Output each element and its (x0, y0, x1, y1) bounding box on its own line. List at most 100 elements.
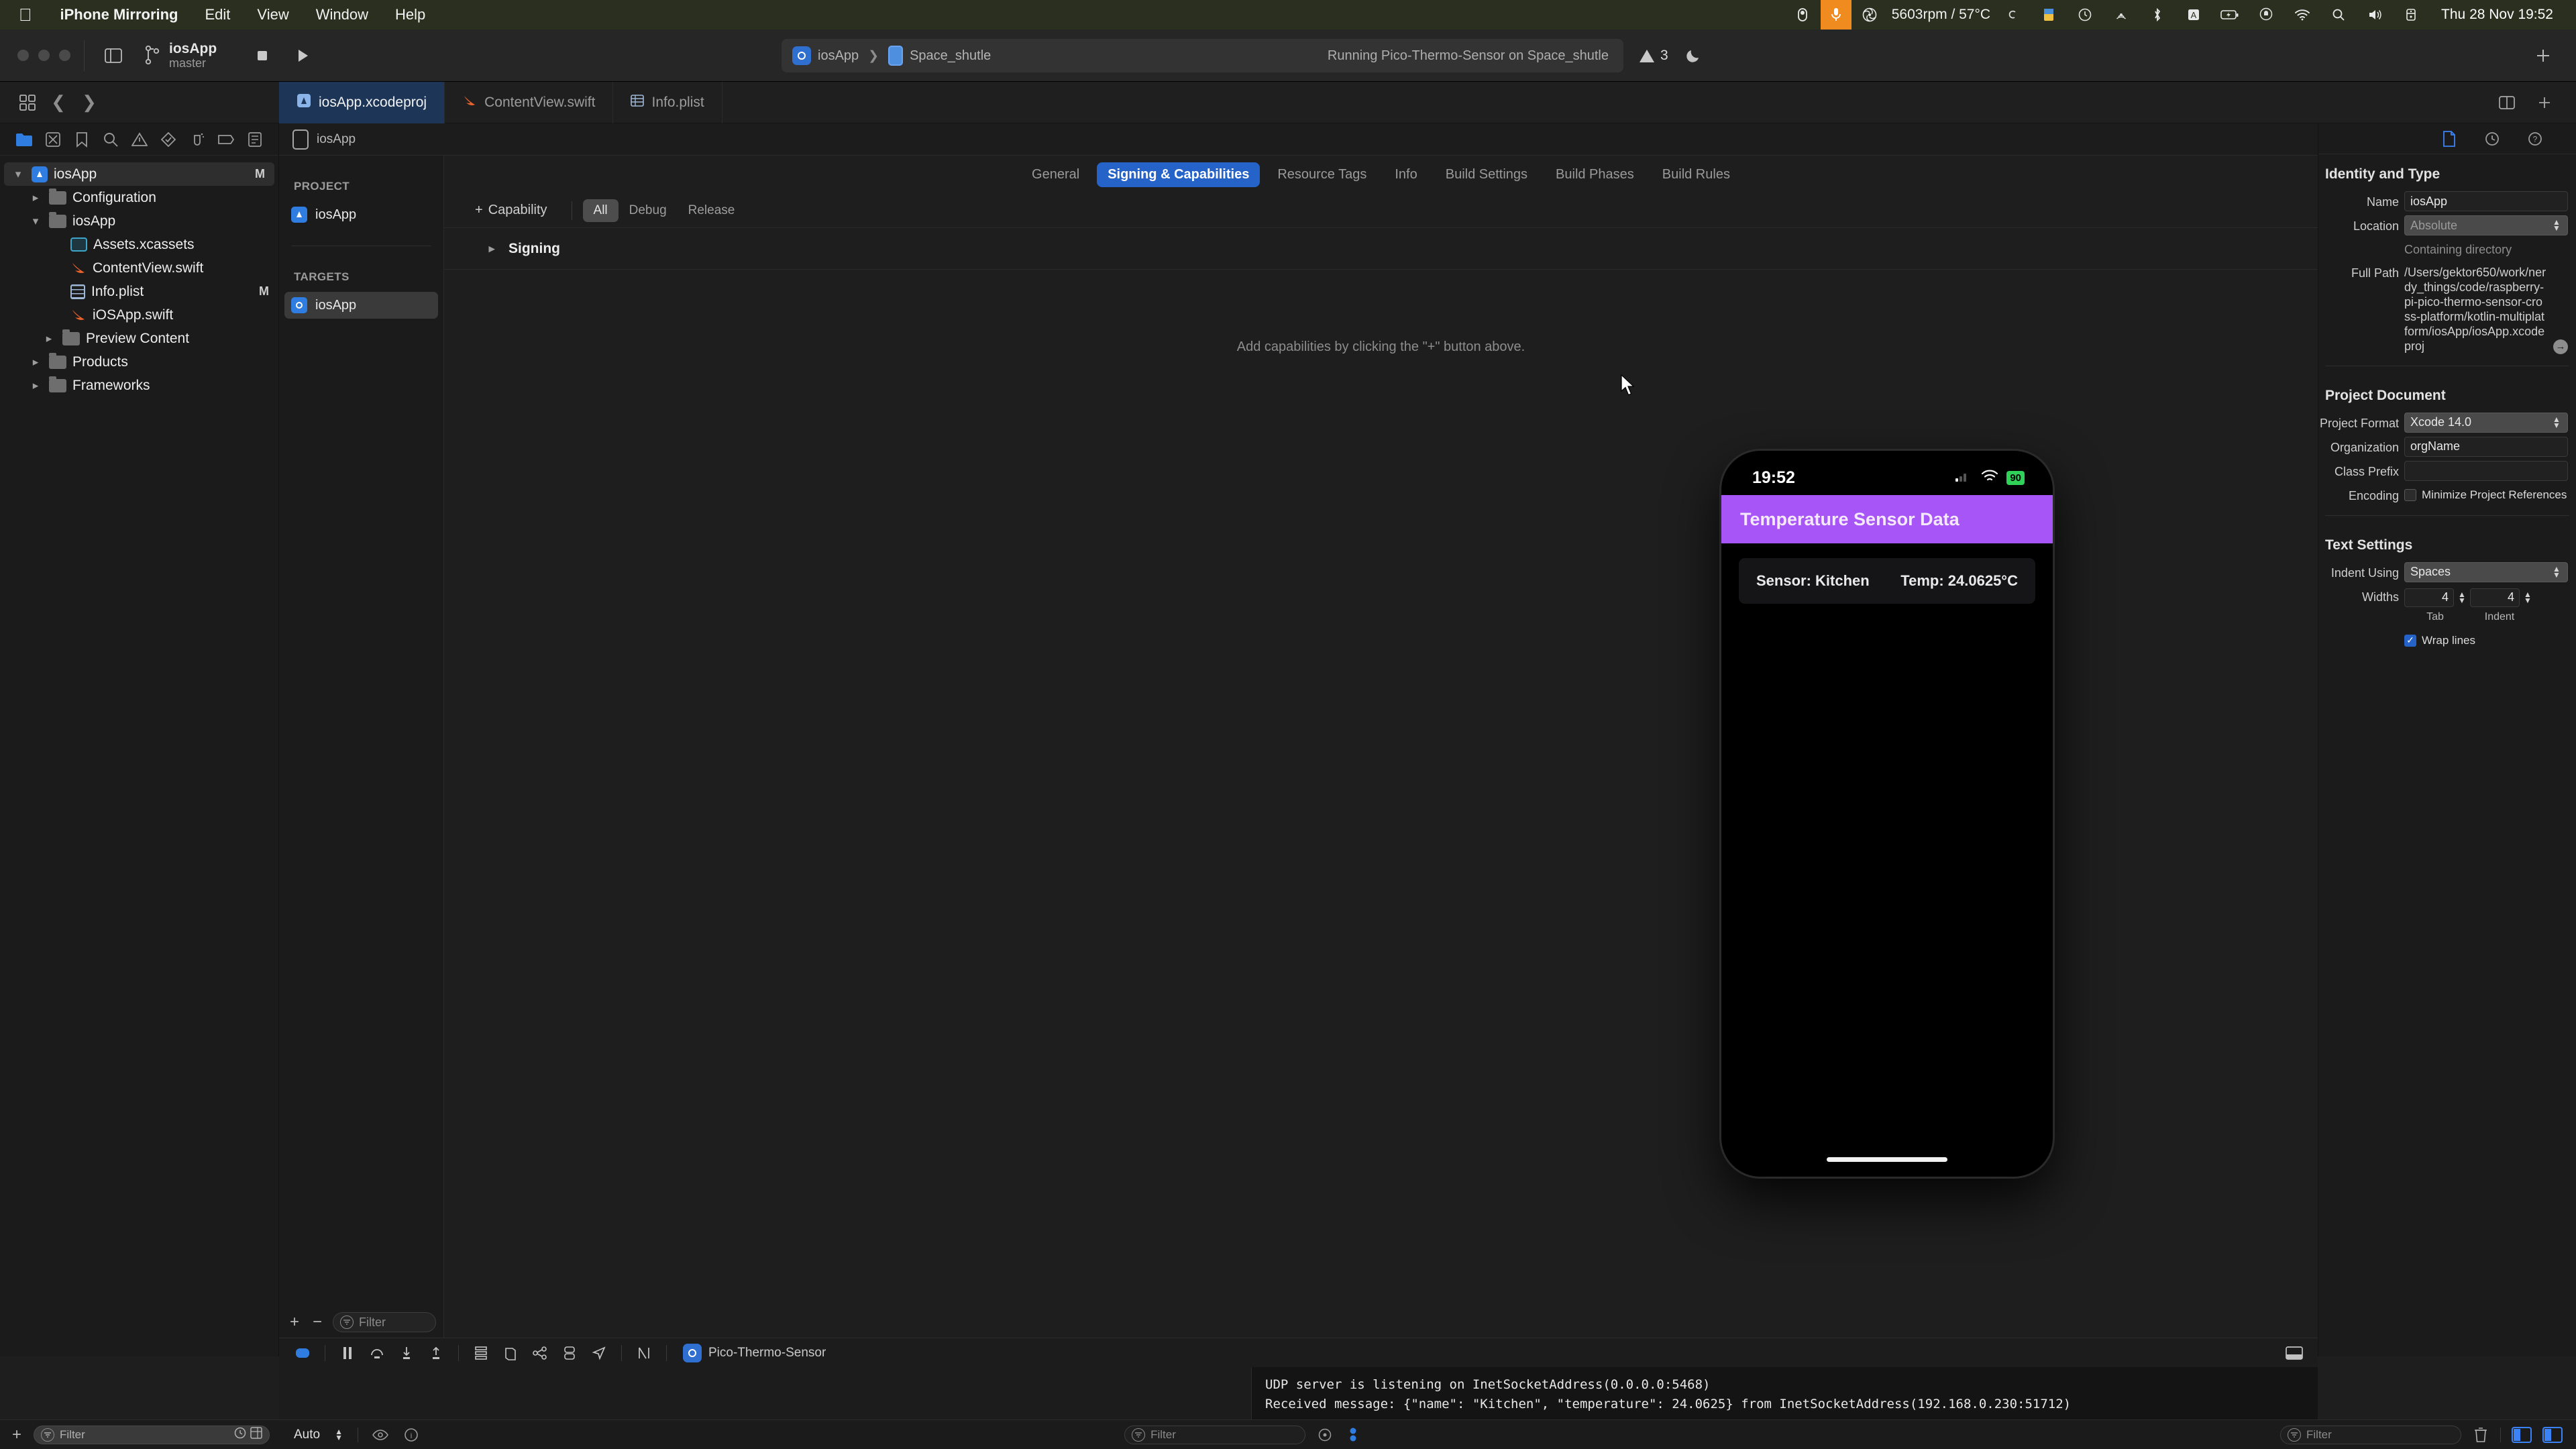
add-capability-button[interactable]: + Capability (475, 203, 561, 218)
toggle-console-pane-button[interactable] (2542, 1426, 2563, 1443)
disclosure-triangle-icon[interactable]: ▾ (28, 215, 43, 228)
wifi-icon[interactable] (2284, 0, 2320, 30)
tree-item-products[interactable]: ▸ Products (0, 350, 278, 374)
signing-section-header[interactable]: ▸ Signing (444, 228, 2318, 270)
toggle-navigator-icon[interactable] (98, 40, 129, 71)
breakpoint-icon[interactable] (215, 128, 237, 151)
editor-options-icon[interactable] (2491, 87, 2522, 118)
info-icon[interactable]: i (402, 1426, 420, 1444)
issue-counter[interactable]: 3 (1640, 48, 1668, 64)
tab-width-stepper[interactable]: ▲ ▼ (2457, 590, 2467, 604)
stack-icon[interactable] (468, 1340, 494, 1366)
add-editor-button[interactable] (2528, 40, 2559, 71)
tab-build-rules[interactable]: Build Rules (1652, 162, 1741, 187)
file-inspector-icon[interactable] (2439, 129, 2459, 149)
bookmark-icon[interactable] (70, 128, 93, 151)
menu-item-help[interactable]: Help (382, 5, 439, 25)
home-indicator[interactable] (1827, 1157, 1947, 1162)
tab-signing-capabilities[interactable]: Signing & Capabilities (1097, 162, 1260, 187)
airdrop-icon[interactable] (2103, 0, 2139, 30)
add-button[interactable]: + (9, 1426, 24, 1444)
view-hierarchy-icon[interactable] (527, 1340, 553, 1366)
tab-contentview-swift[interactable]: ContentView.swift (445, 81, 614, 123)
add-target-button[interactable]: + (287, 1313, 302, 1331)
disclosure-triangle-icon[interactable]: ▸ (28, 191, 43, 205)
zoom-window-button[interactable] (59, 50, 70, 61)
tree-item-preview-content[interactable]: ▸ Preview Content (0, 327, 278, 350)
minimize-references-checkbox[interactable] (2404, 488, 2416, 501)
add-assistant-editor-icon[interactable] (2529, 87, 2560, 118)
console-filter-field[interactable]: Filter (2280, 1425, 2461, 1444)
tree-item-iosapp-swift[interactable]: iOSApp.swift (0, 303, 278, 327)
tab-resource-tags[interactable]: Resource Tags (1267, 162, 1377, 187)
memory-graph-icon[interactable] (498, 1340, 523, 1366)
target-list-item-iosapp[interactable]: iosApp (284, 292, 438, 319)
project-format-popup[interactable]: Xcode 14.0 ▲ ▼ (2404, 412, 2568, 433)
step-out-icon[interactable] (423, 1340, 449, 1366)
variables-filter-field[interactable]: Filter (1124, 1425, 1306, 1444)
sensor-reading-row[interactable]: Sensor: Kitchen Temp: 24.0625°C (1739, 558, 2035, 604)
tree-item-frameworks[interactable]: ▸ Frameworks (0, 374, 278, 397)
forward-navigation-button[interactable]: ❯ (74, 82, 105, 123)
tab-build-phases[interactable]: Build Phases (1545, 162, 1645, 187)
minimize-window-button[interactable] (38, 50, 50, 61)
back-navigation-button[interactable]: ❮ (43, 82, 74, 123)
disclosure-triangle-icon[interactable]: ▸ (484, 242, 499, 256)
location-popup[interactable]: Absolute ▲ ▼ (2404, 215, 2568, 235)
iphone-mirroring-window[interactable]: 19:52 90 Temperature Sensor Data Sensor:… (1721, 451, 2053, 1177)
preview-eye-icon[interactable] (372, 1426, 389, 1444)
tree-item-iosapp-group[interactable]: ▾ iosApp (0, 209, 278, 233)
toggle-variables-pane-button[interactable] (2512, 1426, 2532, 1443)
variables-scope-icon[interactable] (1316, 1426, 1334, 1444)
indent-width-stepper[interactable]: ▲ ▼ (2522, 590, 2533, 604)
config-filter-all[interactable]: All (582, 199, 619, 222)
input-source-icon[interactable]: A (2176, 0, 2212, 30)
project-list-item-iosapp[interactable]: iosApp (284, 201, 438, 228)
thread-icon[interactable] (631, 1340, 657, 1366)
folder-icon[interactable] (13, 128, 36, 151)
wrap-lines-checkbox[interactable]: ✓ (2404, 634, 2416, 647)
bell-icon[interactable] (2248, 0, 2284, 30)
tab-iosapp-xcodeproj[interactable]: iosApp.xcodeproj (279, 81, 445, 123)
timer-icon[interactable] (2067, 0, 2103, 30)
menu-item-app[interactable]: iPhone Mirroring (47, 5, 192, 25)
editor-jump-bar[interactable]: iosApp (279, 123, 2318, 156)
tree-item-configuration[interactable]: ▸ Configuration (0, 186, 278, 209)
stop-button[interactable] (248, 41, 277, 70)
source-control-icon[interactable] (42, 128, 64, 151)
window-traffic-lights[interactable] (0, 50, 70, 61)
tree-item-info-plist[interactable]: Info.plist M (0, 280, 278, 303)
config-filter-release[interactable]: Release (678, 199, 746, 222)
bluetooth-icon[interactable] (2139, 0, 2176, 30)
quick-help-icon[interactable]: ? (2525, 129, 2545, 149)
organization-field[interactable]: orgName (2404, 436, 2568, 457)
menu-item-window[interactable]: Window (303, 5, 382, 25)
navigator-filter-field[interactable]: Filter (34, 1425, 270, 1444)
run-button[interactable] (288, 41, 317, 70)
apple-logo-icon[interactable]:  (11, 5, 47, 25)
class-prefix-field[interactable] (2404, 460, 2568, 481)
disclosure-triangle-icon[interactable]: ▾ (11, 168, 25, 181)
reveal-in-finder-icon[interactable]: → (2553, 339, 2568, 354)
step-into-icon[interactable] (394, 1340, 419, 1366)
battery-charging-icon[interactable] (2212, 0, 2248, 30)
variables-display-icon[interactable] (1344, 1426, 1362, 1444)
search-icon[interactable] (2320, 0, 2357, 30)
destination-chooser[interactable]: iosApp ❯ Space_shutle Running Pico-Therm… (782, 39, 1623, 72)
spiral-icon[interactable] (1994, 0, 2031, 30)
pause-icon[interactable] (335, 1340, 360, 1366)
history-inspector-icon[interactable] (2482, 129, 2502, 149)
project-filter-field[interactable]: Filter (333, 1312, 436, 1332)
tree-item-assets-xcassets[interactable]: Assets.xcassets (0, 233, 278, 256)
tab-width-field[interactable]: 4 (2404, 588, 2454, 607)
tab-info-plist[interactable]: Info.plist (613, 81, 722, 123)
step-over-icon[interactable] (364, 1340, 390, 1366)
indent-using-popup[interactable]: Spaces ▲ ▼ (2404, 561, 2568, 582)
fan-icon[interactable] (1851, 0, 1888, 30)
notes-icon[interactable] (2031, 0, 2067, 30)
close-window-button[interactable] (17, 50, 29, 61)
database-icon[interactable] (557, 1340, 582, 1366)
scheme-selector[interactable]: iosApp master (144, 41, 217, 70)
volume-icon[interactable] (2357, 0, 2393, 30)
tab-build-settings[interactable]: Build Settings (1435, 162, 1538, 187)
